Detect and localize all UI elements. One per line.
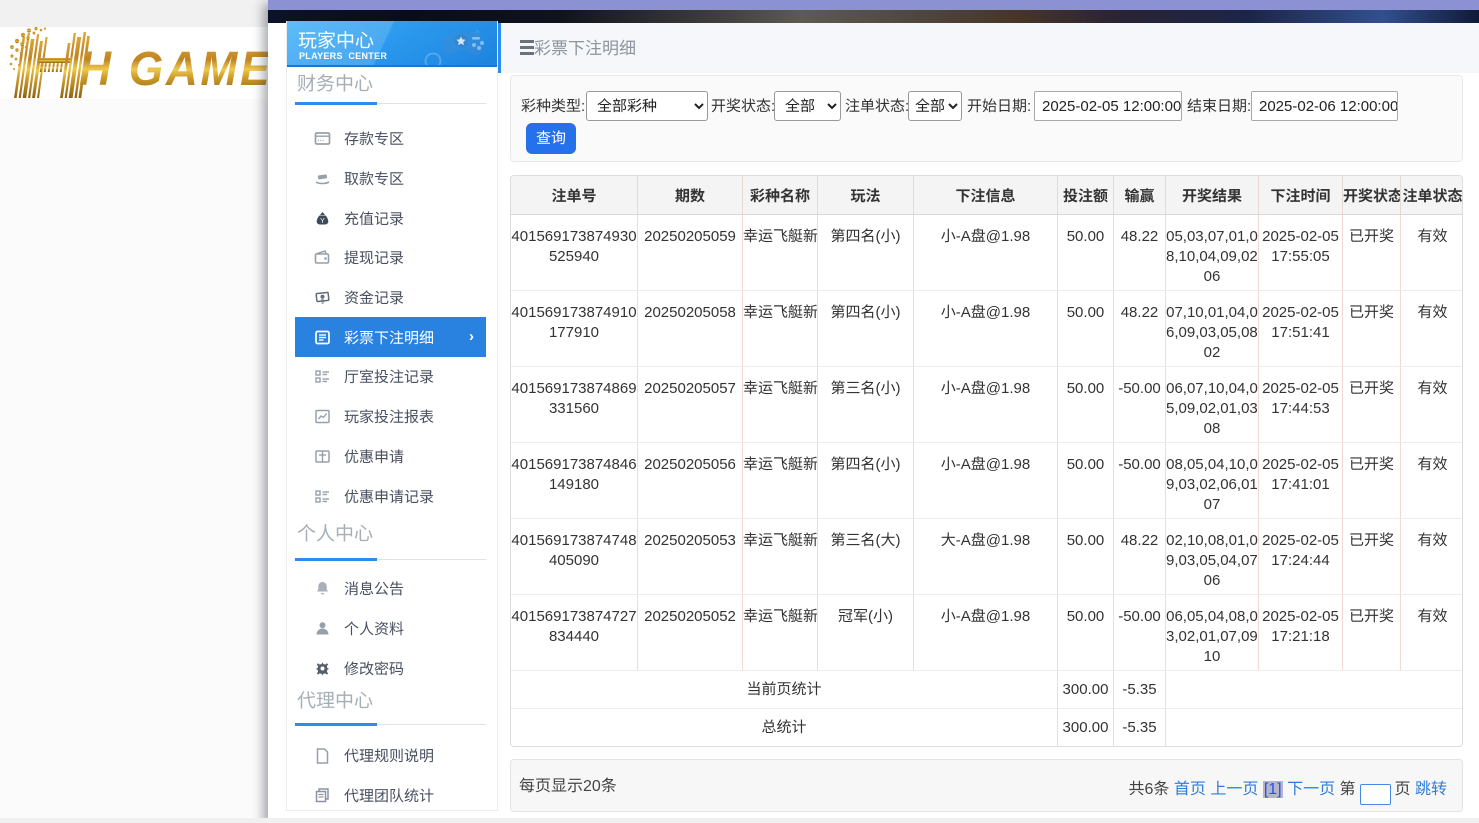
svg-text:Y: Y [320,218,325,225]
svg-text:H GAME: H GAME [79,41,268,95]
